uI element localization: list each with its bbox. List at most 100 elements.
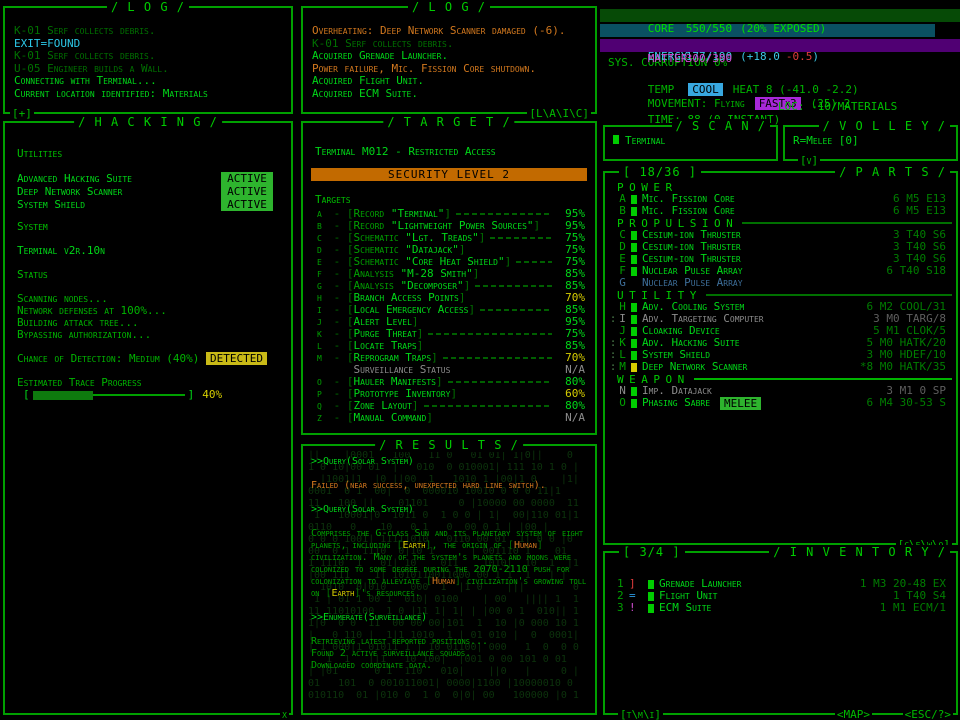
hacking-utilities-list: Advanced Hacking SuiteACTIVEDeep Network… xyxy=(17,172,281,211)
results-paragraph: Failed (near success, unexpected hard li… xyxy=(311,480,587,492)
part-slot-letter: O xyxy=(617,397,628,409)
target-success-chance: N/A xyxy=(557,412,587,424)
item-state-icon xyxy=(648,592,654,601)
hack-target-panel: / T A R G E T / Terminal M012 - Restrict… xyxy=(301,121,597,435)
log-line: K-01 Serf collects debris. xyxy=(14,25,282,38)
target-machine-heading: Terminal M012 - Restricted Access xyxy=(311,145,587,158)
location-value: LOC: -10/MATERIALS xyxy=(778,100,897,113)
inventory-row[interactable]: 3!ECM Suite1 M1 ECM/1 xyxy=(609,602,952,614)
part-stats: *8 M0 HATK/35 xyxy=(860,361,952,373)
volley-expand-toggle[interactable]: [v] xyxy=(798,154,820,167)
detection-value: Medium (40%) xyxy=(129,353,199,365)
hack-target-list: a - [Record "Terminal"]95%b - [Record "L… xyxy=(311,208,587,424)
trace-progress-bar: [ ] 40% xyxy=(17,389,281,401)
part-row[interactable]: GNuclear Pulse Array xyxy=(609,277,952,289)
energy-regen: (+18.0 xyxy=(740,50,780,63)
utility-name: Deep Network Scanner xyxy=(17,185,221,198)
log-line: Acquired ECM Suite. xyxy=(312,88,586,101)
log-line: Acquired Flight Unit. xyxy=(312,75,586,88)
utility-active-badge: ACTIVE xyxy=(221,198,273,211)
log-line: U-05 Engineer builds a Wall. xyxy=(14,63,282,76)
part-name: Deep Network Scanner xyxy=(642,361,747,373)
hacking-close-button[interactable]: x xyxy=(280,708,289,720)
part-row[interactable]: :MDeep Network Scanner*8 M0 HATK/35 xyxy=(609,361,952,373)
hacking-status-line: Bypassing authorization... xyxy=(17,329,281,341)
part-stats: 6 T40 S18 xyxy=(886,265,952,277)
part-state-icon xyxy=(631,195,637,204)
utility-active-badge: ACTIVE xyxy=(221,172,273,185)
part-row[interactable]: OPhasing SabreMELEE6 M4 30-53 S xyxy=(609,397,952,409)
log-line: Acquired Grenade Launcher. xyxy=(312,50,586,63)
inventory-list: 1]Grenade Launcher1 M3 20-48 EX2=Flight … xyxy=(605,553,956,614)
inventory-count: [ 3/4 ] xyxy=(619,545,685,559)
status-hud: CORE550/550(20% EXPOSED) ENERGY177/190(+… xyxy=(600,0,960,116)
section-divider xyxy=(694,378,952,380)
utility-name: System Shield xyxy=(17,198,221,211)
parts-panel-title: / P A R T S / xyxy=(835,165,950,179)
results-panel-title: / R E S U L T S / xyxy=(375,438,523,452)
hacking-utility-row[interactable]: Deep Network ScannerACTIVE xyxy=(17,185,281,198)
part-name: Mic. Fission Core xyxy=(642,205,735,217)
target-panel-title: / T A R G E T / xyxy=(383,115,514,129)
cogmind-game-screen: / L O G / K-01 Serf collects debris.EXIT… xyxy=(0,0,960,720)
energy-drain: -0.5 xyxy=(786,50,813,63)
item-type-glyph: ! xyxy=(629,602,645,614)
scan-target-icon xyxy=(613,135,619,144)
section-divider xyxy=(682,186,952,188)
targets-list-header: Targets xyxy=(311,193,587,206)
hack-target-row[interactable]: z - [Manual Command]N/A xyxy=(311,412,587,424)
part-state-icon xyxy=(631,279,637,288)
security-level-bar: SECURITY LEVEL 2 xyxy=(311,168,587,181)
part-name: Phasing Sabre xyxy=(642,397,710,409)
bar-close-bracket: ] xyxy=(188,389,195,401)
inventory-sort-toggle[interactable]: [t\m\i] xyxy=(618,708,663,720)
part-state-icon xyxy=(631,207,637,216)
scan-panel-title: / S C A N / xyxy=(672,119,770,133)
utility-name: Advanced Hacking Suite xyxy=(17,172,221,185)
melee-badge: MELEE xyxy=(720,397,761,410)
volley-panel: / V O L L E Y / R=Melee [0] [v] xyxy=(783,125,958,161)
results-paragraph: Retrieving latest reported positions... … xyxy=(311,636,587,672)
hacking-utility-row[interactable]: System ShieldACTIVE xyxy=(17,198,281,211)
log-line: K-01 Serf collects debris. xyxy=(14,50,282,63)
system-name: Terminal v2r.10n xyxy=(17,245,281,257)
item-stats: 1 M1 ECM/1 xyxy=(880,602,952,614)
log-mode-toggle[interactable]: [L\A\I\C] xyxy=(527,107,591,120)
hack-results-panel: / R E S U L T S / || |0001 100 11 0 01 0… xyxy=(301,444,597,715)
part-state-icon xyxy=(631,267,637,276)
log-line: Current location identified: Materials xyxy=(14,88,282,101)
log-line: Connecting with Terminal... xyxy=(14,75,282,88)
results-paragraph: Comprises the G-class Sun and its planet… xyxy=(311,528,587,600)
part-row[interactable]: B Mic. Fission Core 6 M5 E13 xyxy=(609,205,952,217)
part-state-icon xyxy=(631,303,637,312)
part-state-icon xyxy=(631,387,637,396)
hacking-panel: / H A C K I N G / Utilities Advanced Hac… xyxy=(3,121,293,715)
detected-badge: DETECTED xyxy=(206,352,267,365)
log-line: K-01 Serf collects debris. xyxy=(312,38,586,51)
map-button[interactable]: <MAP> xyxy=(835,708,872,720)
log-panel-main: / L O G / Overheating: Deep Network Scan… xyxy=(301,6,597,114)
parts-panel: [ 18/36 ] / P A R T S / POWERAMic. Fissi… xyxy=(603,171,958,545)
time-readout: TIME: 88 (0 INSTANT) LOC: -10/MATERIALS xyxy=(600,100,960,113)
volley-panel-title: / V O L L E Y / xyxy=(819,119,950,133)
part-slot-letter: M xyxy=(617,361,628,373)
part-state-icon xyxy=(631,243,637,252)
part-slot-letter: B xyxy=(617,205,628,217)
matter-value: 300/300 xyxy=(686,52,732,65)
hacking-panel-title: / H A C K I N G / xyxy=(74,115,222,129)
section-divider xyxy=(706,294,952,296)
detection-label: Chance of Detection: xyxy=(17,353,129,365)
hacking-status-lines: Scanning nodes...Network defenses at 100… xyxy=(17,293,281,341)
volley-mode-toggle[interactable]: R=Melee [0] xyxy=(793,134,859,147)
trace-percent: 40% xyxy=(202,389,222,401)
hacking-utility-row[interactable]: Advanced Hacking SuiteACTIVE xyxy=(17,172,281,185)
inventory-panel: [ 3/4 ] / I N V E N T O R Y / 1]Grenade … xyxy=(603,551,958,715)
log-lines: K-01 Serf collects debris.EXIT=FOUNDK-01… xyxy=(5,8,291,100)
parts-count: [ 18/36 ] xyxy=(619,165,701,179)
log-expand-button[interactable]: [+] xyxy=(10,107,34,120)
inventory-slot-number: 3 xyxy=(617,602,629,614)
help-button[interactable]: <ESC/?> xyxy=(903,708,953,720)
log-line: Power failure, Mic. Fission Core shutdow… xyxy=(312,63,586,76)
part-stats: 6 M5 E13 xyxy=(893,205,952,217)
log-line: Overheating: Deep Network Scanner damage… xyxy=(312,25,586,38)
